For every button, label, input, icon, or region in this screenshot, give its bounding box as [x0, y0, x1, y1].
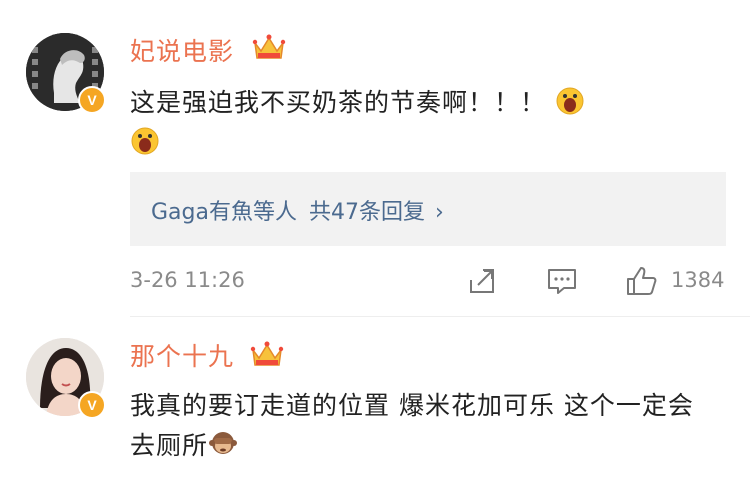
- replies-preview[interactable]: Gaga有魚等人 共47条回复 ›: [130, 172, 726, 246]
- crown-icon: [252, 34, 286, 59]
- username[interactable]: 妃说电影: [130, 32, 234, 68]
- verified-badge: V: [78, 391, 106, 419]
- comment-text: 这是强迫我不买奶茶的节奏啊！！！: [130, 83, 710, 163]
- comment-item: V 妃说电影 这是强迫我不买奶茶的节奏啊！！！ Gaga有魚等人 共47条回复 › …: [0, 0, 750, 318]
- share-icon[interactable]: [466, 265, 498, 297]
- crown-icon: [250, 341, 284, 366]
- like-count: 1384: [671, 268, 725, 292]
- comment-divider: [130, 316, 750, 317]
- reply-names: Gaga有魚等人: [151, 200, 297, 225]
- comment-item: V 那个十九 我真的要订走道的位置 爆米花加可乐 这个一定会去厕所: [0, 318, 750, 487]
- comment-timestamp: 3-26 11:26: [130, 268, 245, 292]
- scream-emoji: [131, 127, 159, 155]
- reply-count: 共47条回复: [308, 200, 425, 225]
- see-no-evil-monkey-emoji: [209, 432, 238, 454]
- scream-emoji: [556, 87, 584, 115]
- chevron-right-icon: ›: [434, 200, 444, 225]
- comment-text-body: 这是强迫我不买奶茶的节奏啊！！！: [130, 88, 547, 117]
- verified-badge: V: [78, 86, 106, 114]
- replies-link[interactable]: Gaga有魚等人 共47条回复 ›: [151, 194, 444, 226]
- username[interactable]: 那个十九: [130, 337, 234, 373]
- like-icon[interactable]: [625, 265, 659, 297]
- comment-icon[interactable]: [546, 265, 578, 297]
- comment-text: 我真的要订走道的位置 爆米花加可乐 这个一定会去厕所: [130, 386, 710, 466]
